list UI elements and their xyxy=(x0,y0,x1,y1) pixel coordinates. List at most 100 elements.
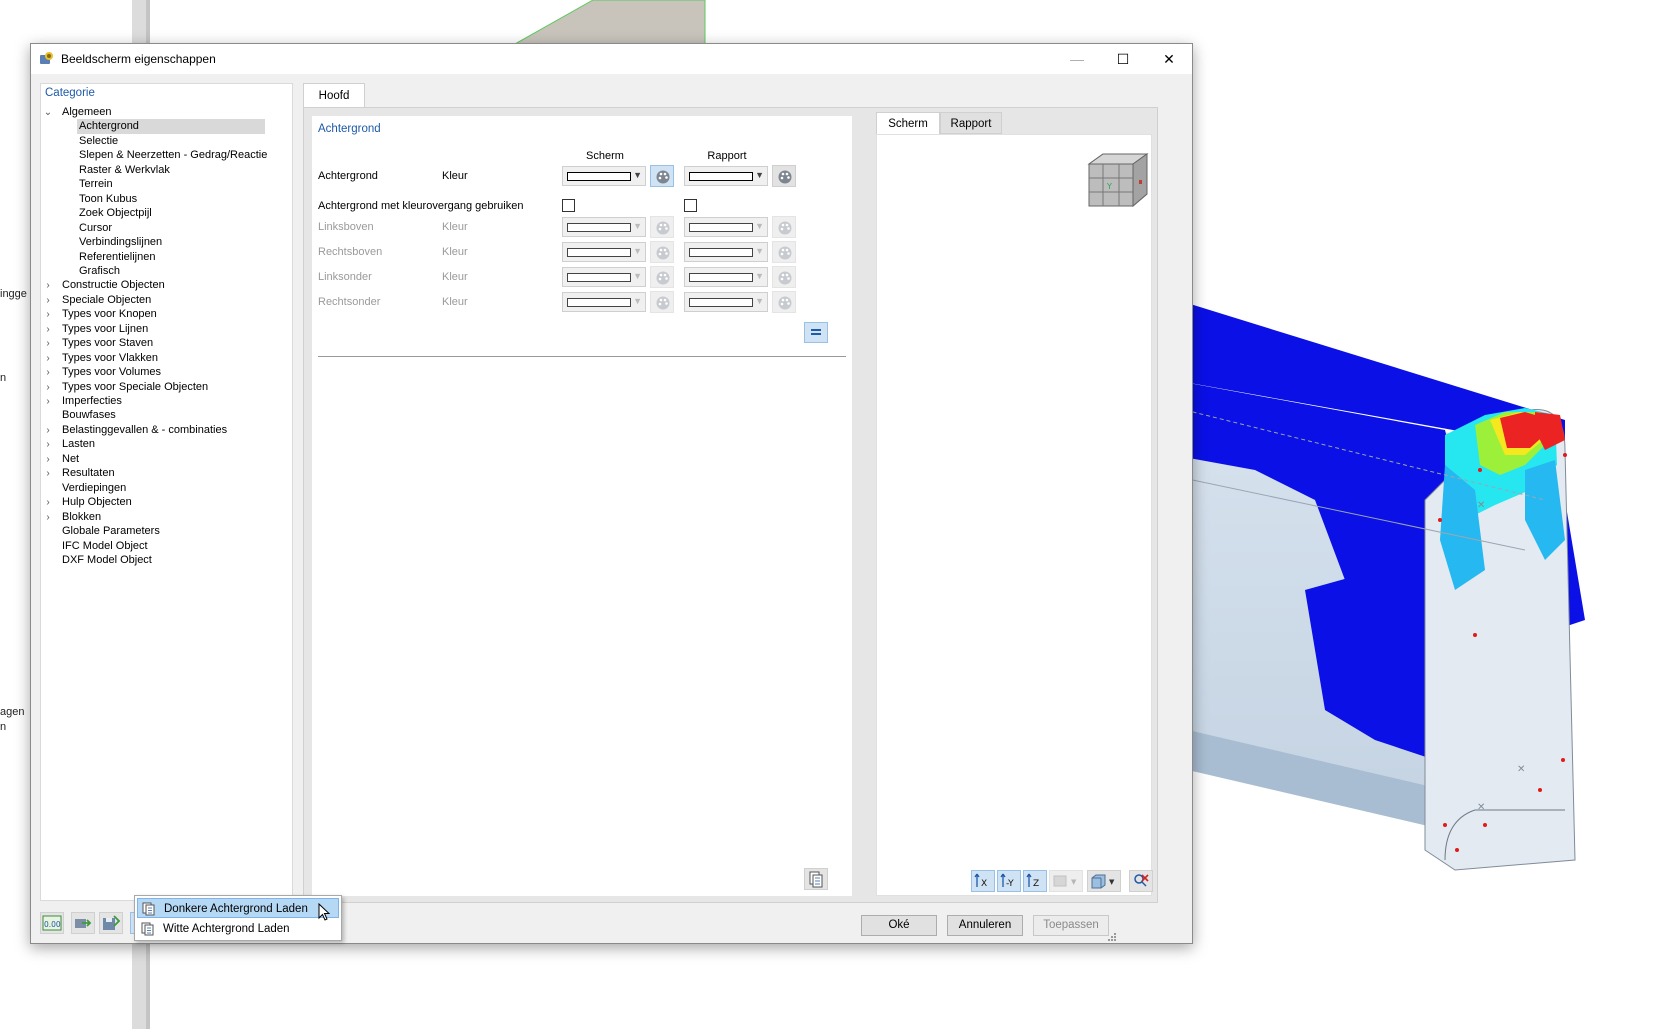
tree-item[interactable]: Lasten xyxy=(60,437,95,452)
chevron-right-icon[interactable]: › xyxy=(43,351,53,366)
save-settings-button[interactable] xyxy=(99,912,123,934)
bottom-right-report-palette-button[interactable] xyxy=(772,291,796,313)
tree-item[interactable]: Toon Kubus xyxy=(77,192,137,207)
close-button[interactable]: ✕ xyxy=(1146,44,1192,74)
top-right-row-sub: Kleur xyxy=(442,246,468,258)
bottom-left-screen-color-combo[interactable]: ▼ xyxy=(562,267,646,287)
menu-item-white-background[interactable]: Witte Achtergrond Laden xyxy=(137,919,339,939)
resize-grip-icon[interactable] xyxy=(1108,933,1117,942)
tree-item[interactable]: Referentielijnen xyxy=(77,250,155,265)
bottom-right-screen-color-combo[interactable]: ▼ xyxy=(562,292,646,312)
top-right-screen-palette-button[interactable] xyxy=(650,241,674,263)
tree-item[interactable]: Blokken xyxy=(60,510,101,525)
chevron-right-icon[interactable]: › xyxy=(43,336,53,351)
bottom-right-report-color-combo[interactable]: ▼ xyxy=(684,292,768,312)
background-screen-color-combo[interactable]: ▼ xyxy=(562,166,646,186)
bottom-left-screen-palette-button[interactable] xyxy=(650,266,674,288)
color-swatch xyxy=(567,223,631,232)
tree-item[interactable]: Types voor Vlakken xyxy=(60,351,158,366)
tree-item[interactable]: IFC Model Object xyxy=(60,539,148,554)
background-report-color-combo[interactable]: ▼ xyxy=(684,166,768,186)
chevron-right-icon[interactable]: › xyxy=(43,322,53,337)
top-left-report-color-combo[interactable]: ▼ xyxy=(684,217,768,237)
render-mode-dropdown[interactable]: ▼ xyxy=(1049,870,1083,892)
tab-preview-report[interactable]: Rapport xyxy=(940,112,1002,134)
view-mode-dropdown[interactable]: ▼ xyxy=(1087,870,1121,892)
tree-item[interactable]: Types voor Knopen xyxy=(60,307,157,322)
tree-item[interactable]: Resultaten xyxy=(60,466,115,481)
tree-item[interactable]: Zoek Objectpijl xyxy=(77,206,152,221)
tree-item[interactable]: Verdiepingen xyxy=(60,481,126,496)
chevron-right-icon[interactable]: › xyxy=(43,510,53,525)
tree-item[interactable]: Raster & Werkvlak xyxy=(77,163,170,178)
menu-item-dark-background[interactable]: Donkere Achtergrond Laden xyxy=(137,898,339,918)
chevron-down-icon[interactable]: ⌄ xyxy=(43,105,53,120)
chevron-right-icon[interactable]: › xyxy=(43,365,53,380)
gradient-screen-checkbox[interactable] xyxy=(562,199,575,212)
tree-item[interactable]: Belastinggevallen & - combinaties xyxy=(60,423,227,438)
tree-item[interactable]: Slepen & Neerzetten - Gedrag/Reactie xyxy=(77,148,267,163)
tree-item[interactable]: Types voor Speciale Objecten xyxy=(60,380,208,395)
maximize-button[interactable]: ☐ xyxy=(1100,44,1146,74)
tree-item[interactable]: Types voor Lijnen xyxy=(60,322,148,337)
tree-item[interactable]: Hulp Objecten xyxy=(60,495,132,510)
top-left-screen-palette-button[interactable] xyxy=(650,216,674,238)
chevron-right-icon[interactable]: › xyxy=(43,437,53,452)
tree-item[interactable]: Types voor Volumes xyxy=(60,365,161,380)
bottom-left-report-color-combo[interactable]: ▼ xyxy=(684,267,768,287)
view-minus-y-button[interactable]: -Y xyxy=(997,870,1021,892)
tree-item[interactable]: Net xyxy=(60,452,79,467)
color-swatch xyxy=(689,248,753,257)
tree-item[interactable]: DXF Model Object xyxy=(60,553,152,568)
view-z-button[interactable]: Z xyxy=(1023,870,1047,892)
tree-item[interactable]: Types voor Staven xyxy=(60,336,153,351)
ok-button[interactable]: Oké xyxy=(861,915,937,936)
tab-preview-screen[interactable]: Scherm xyxy=(876,112,940,134)
collapse-rows-button[interactable] xyxy=(804,322,828,343)
tree-item[interactable]: Bouwfases xyxy=(60,408,116,423)
top-left-report-palette-button[interactable] xyxy=(772,216,796,238)
chevron-down-icon: ▼ xyxy=(755,271,764,281)
tree-item[interactable]: Verbindingslijnen xyxy=(77,235,162,250)
tree-item[interactable]: Speciale Objecten xyxy=(60,293,151,308)
top-right-row-label: Rechtsboven xyxy=(318,246,383,258)
chevron-down-icon: ▼ xyxy=(755,296,764,306)
chevron-right-icon[interactable]: › xyxy=(43,466,53,481)
bottom-left-report-palette-button[interactable] xyxy=(772,266,796,288)
tree-item[interactable]: Terrein xyxy=(77,177,113,192)
background-screen-palette-button[interactable] xyxy=(650,165,674,187)
chevron-right-icon[interactable]: › xyxy=(43,452,53,467)
chevron-right-icon[interactable]: › xyxy=(43,380,53,395)
tree-item[interactable]: Algemeen xyxy=(60,105,112,120)
chevron-right-icon[interactable]: › xyxy=(43,423,53,438)
view-x-button[interactable]: X xyxy=(971,870,995,892)
tree-item[interactable]: Achtergrond xyxy=(77,119,265,135)
apply-button[interactable]: Toepassen xyxy=(1033,915,1109,936)
chevron-right-icon[interactable]: › xyxy=(43,495,53,510)
gradient-report-checkbox[interactable] xyxy=(684,199,697,212)
tree-item[interactable]: Globale Parameters xyxy=(60,524,160,539)
decimal-places-button[interactable]: 0.00 xyxy=(40,912,64,934)
tree-item[interactable]: Grafisch xyxy=(77,264,120,279)
cancel-button[interactable]: Annuleren xyxy=(947,915,1023,936)
tree-item[interactable]: Constructie Objecten xyxy=(60,278,165,293)
tree-item[interactable]: Imperfecties xyxy=(60,394,122,409)
chevron-right-icon[interactable]: › xyxy=(43,278,53,293)
top-left-screen-color-combo[interactable]: ▼ xyxy=(562,217,646,237)
load-settings-button[interactable] xyxy=(71,912,95,934)
chevron-right-icon[interactable]: › xyxy=(43,394,53,409)
background-report-palette-button[interactable] xyxy=(772,165,796,187)
top-right-screen-color-combo[interactable]: ▼ xyxy=(562,242,646,262)
tab-main[interactable]: Hoofd xyxy=(303,83,365,108)
load-background-button[interactable] xyxy=(804,868,828,890)
tree-item[interactable]: Cursor xyxy=(77,221,112,236)
chevron-right-icon[interactable]: › xyxy=(43,307,53,322)
top-right-report-palette-button[interactable] xyxy=(772,241,796,263)
reset-view-button[interactable] xyxy=(1129,870,1153,892)
bottom-right-screen-palette-button[interactable] xyxy=(650,291,674,313)
top-right-report-color-combo[interactable]: ▼ xyxy=(684,242,768,262)
tree-item[interactable]: Selectie xyxy=(77,134,118,149)
chevron-right-icon[interactable]: › xyxy=(43,293,53,308)
minimize-button[interactable]: — xyxy=(1054,44,1100,74)
document-stack-icon xyxy=(142,902,155,916)
